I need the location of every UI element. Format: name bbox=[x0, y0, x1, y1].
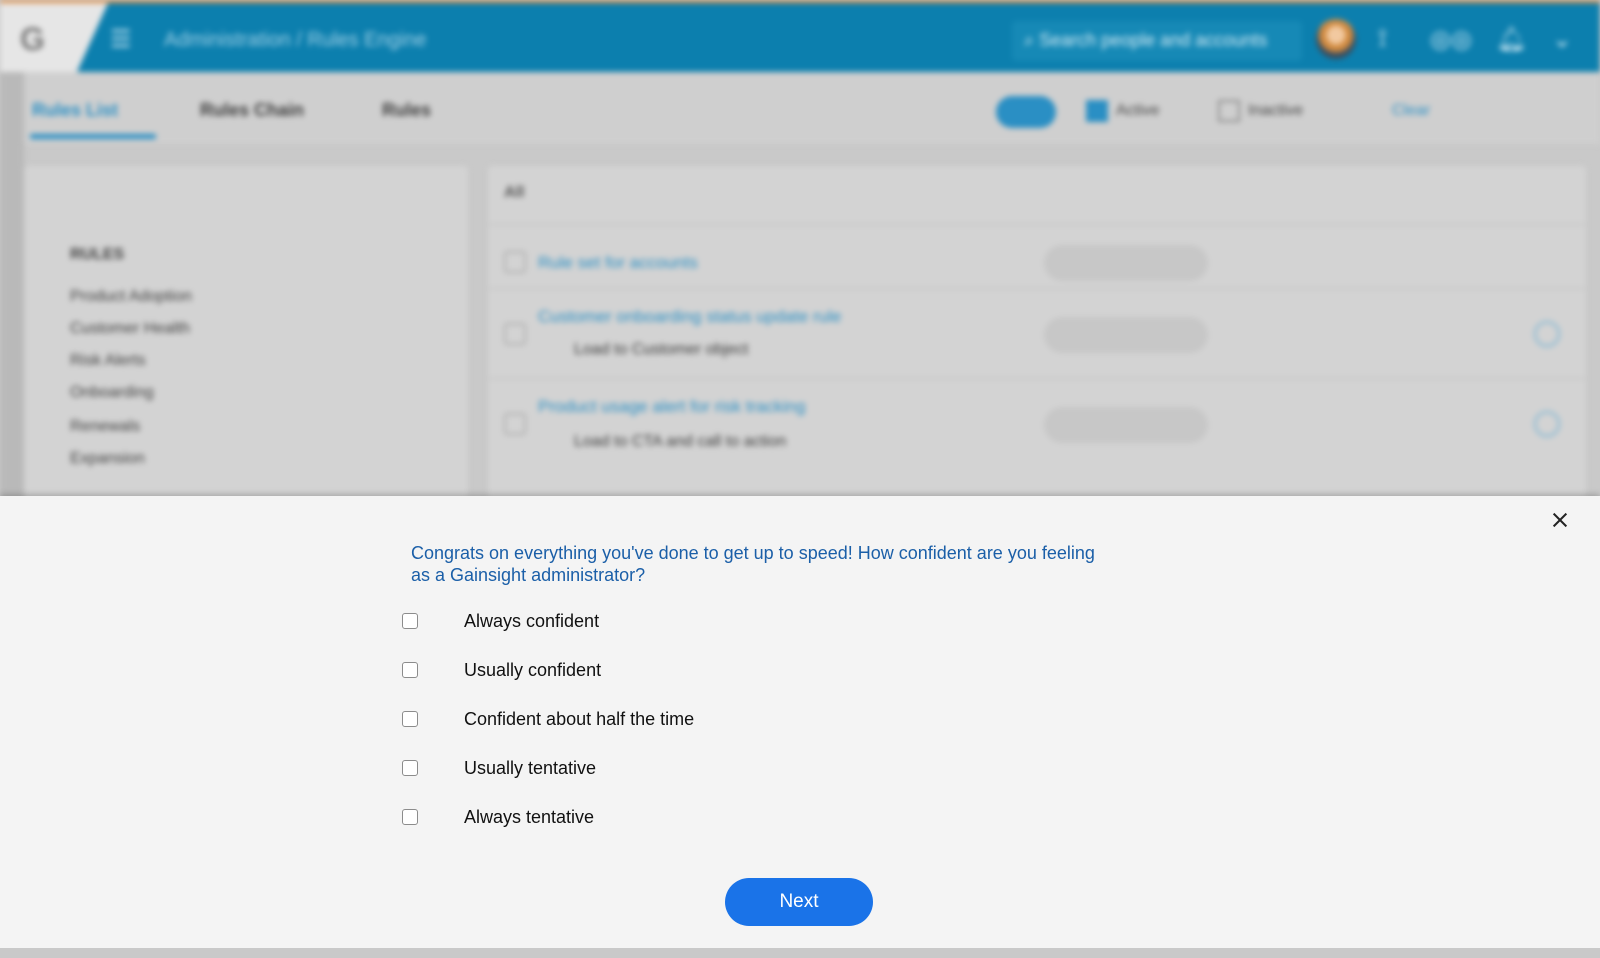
close-icon[interactable] bbox=[1548, 508, 1572, 532]
inactive-checkbox[interactable] bbox=[1218, 100, 1240, 122]
avatar[interactable] bbox=[1316, 19, 1356, 59]
folder-item[interactable]: Onboarding bbox=[70, 384, 154, 402]
folder-item[interactable]: Risk Alerts bbox=[70, 352, 146, 370]
breadcrumb: Administration / Rules Engine bbox=[164, 29, 427, 51]
checkbox[interactable] bbox=[402, 711, 418, 727]
chevron-down-icon[interactable]: ⌄ bbox=[1552, 25, 1572, 54]
table-row[interactable]: Customer onboarding status update rule L… bbox=[488, 288, 1586, 378]
collapsed-sidebar[interactable] bbox=[0, 72, 24, 500]
rule-subtitle: Load to Customer object bbox=[574, 341, 749, 358]
tab-rules-list[interactable]: Rules List bbox=[32, 100, 118, 121]
option-usually-tentative[interactable]: Usually tentative bbox=[402, 756, 596, 780]
active-checkbox[interactable] bbox=[1086, 100, 1108, 122]
option-label: Always tentative bbox=[464, 806, 595, 827]
logo-letter: G bbox=[20, 21, 45, 57]
folder-item[interactable]: Customer Health bbox=[70, 320, 190, 338]
object-chip bbox=[1044, 317, 1208, 353]
survey-panel: Congrats on everything you've done to ge… bbox=[0, 496, 1600, 948]
active-tab-indicator bbox=[30, 134, 156, 139]
row-checkbox[interactable] bbox=[504, 251, 526, 273]
folder-panel: RULES Product Adoption Customer Health R… bbox=[24, 166, 468, 500]
checkbox[interactable] bbox=[402, 613, 418, 629]
clear-link[interactable]: Clear bbox=[1392, 102, 1430, 120]
rule-title[interactable]: Rule set for accounts bbox=[538, 253, 698, 273]
bottom-strip bbox=[0, 948, 1600, 958]
folder-item[interactable]: Renewals bbox=[70, 418, 140, 436]
option-half-the-time[interactable]: Confident about half the time bbox=[402, 707, 694, 731]
filter-button[interactable] bbox=[996, 96, 1056, 128]
option-always-tentative[interactable]: Always tentative bbox=[402, 805, 594, 829]
option-label: Always confident bbox=[464, 610, 600, 631]
network-icon[interactable]: ⟟ bbox=[1378, 25, 1387, 53]
row-checkbox[interactable] bbox=[504, 413, 526, 435]
rule-subtitle: Load to CTA and call to action bbox=[574, 433, 787, 450]
rule-title[interactable]: Customer onboarding status update rule bbox=[538, 307, 841, 327]
tab-rules-chain[interactable]: Rules Chain bbox=[200, 100, 304, 121]
rules-list-panel: All Rule set for accounts Customer onboa… bbox=[488, 166, 1586, 500]
option-label: Confident about half the time bbox=[464, 708, 695, 729]
list-header: All bbox=[504, 184, 525, 201]
checkbox[interactable] bbox=[402, 809, 418, 825]
active-label: Active bbox=[1116, 102, 1160, 119]
smiley-icon[interactable] bbox=[1534, 321, 1560, 347]
object-chip bbox=[1044, 407, 1208, 443]
tab-bar: Rules List Rules Chain Rules Active Inac… bbox=[24, 72, 1600, 144]
table-row[interactable]: Product usage alert for risk tracking Lo… bbox=[488, 378, 1586, 468]
option-label: Usually tentative bbox=[464, 757, 597, 778]
object-chip bbox=[1044, 245, 1208, 281]
checkbox[interactable] bbox=[402, 760, 418, 776]
search-icon: ⌕ bbox=[1024, 30, 1040, 50]
glasses-icon[interactable]: ◎◎ bbox=[1430, 25, 1472, 54]
global-search-input[interactable]: ⌕ Search people and accounts bbox=[1012, 21, 1302, 61]
checkbox[interactable] bbox=[402, 662, 418, 678]
bell-icon[interactable]: 🔔︎ bbox=[1496, 25, 1526, 54]
option-usually-confident[interactable]: Usually confident bbox=[402, 658, 601, 682]
search-placeholder: Search people and accounts bbox=[1039, 30, 1268, 50]
folder-header: RULES bbox=[70, 246, 125, 263]
folder-item[interactable]: Expansion bbox=[70, 450, 145, 468]
option-label: Usually confident bbox=[464, 659, 602, 680]
rule-title[interactable]: Product usage alert for risk tracking bbox=[538, 397, 805, 417]
logo[interactable]: G bbox=[0, 3, 108, 75]
smiley-icon[interactable] bbox=[1534, 411, 1560, 437]
folder-item[interactable]: Product Adoption bbox=[70, 288, 192, 306]
survey-question: Congrats on everything you've done to ge… bbox=[411, 543, 1095, 585]
top-bar: G ☰ Administration / Rules Engine ⌕ Sear… bbox=[0, 0, 1600, 75]
menu-icon[interactable]: ☰ bbox=[110, 25, 132, 54]
next-button[interactable]: Next bbox=[725, 878, 873, 926]
background-app: G ☰ Administration / Rules Engine ⌕ Sear… bbox=[0, 0, 1600, 500]
tab-rules[interactable]: Rules bbox=[382, 100, 431, 121]
inactive-label: Inactive bbox=[1248, 102, 1304, 119]
option-always-confident[interactable]: Always confident bbox=[402, 609, 599, 633]
row-checkbox[interactable] bbox=[504, 323, 526, 345]
